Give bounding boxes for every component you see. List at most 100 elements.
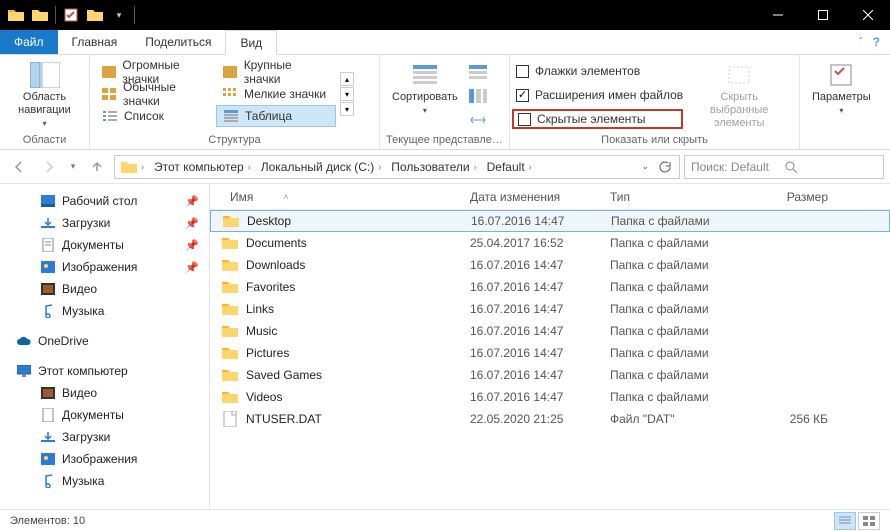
quick-properties-icon[interactable] — [59, 3, 83, 27]
status-view-details[interactable] — [834, 512, 856, 530]
view-large-icons[interactable]: Крупные значки — [216, 61, 336, 83]
quick-new-folder-icon[interactable] — [83, 3, 107, 27]
help-icon[interactable]: ? — [873, 35, 880, 49]
file-row[interactable]: Links16.07.2016 14:47Папка с файлами — [210, 298, 890, 320]
navigation-pane-button[interactable]: Область навигации ▾ — [6, 57, 83, 129]
menu-bar: Файл Главная Поделиться Вид ˆ ? — [0, 30, 890, 55]
refresh-icon[interactable] — [657, 160, 671, 174]
maximize-button[interactable] — [800, 0, 845, 30]
file-row[interactable]: Pictures16.07.2016 14:47Папка с файлами — [210, 342, 890, 364]
app-folder-icon — [4, 3, 28, 27]
file-row[interactable]: Favorites16.07.2016 14:47Папка с файлами — [210, 276, 890, 298]
view-medium-icons[interactable]: Обычные значки — [96, 83, 216, 105]
tab-view[interactable]: Вид — [225, 30, 277, 55]
file-type: Файл "DAT" — [610, 412, 750, 426]
navigation-tree: Рабочий стол📌 Загрузки📌 Документы📌 Изобр… — [0, 184, 210, 509]
sidebar-item-pc-videos[interactable]: Видео — [0, 382, 209, 404]
status-bar: Элементов: 10 — [0, 509, 890, 531]
tab-home[interactable]: Главная — [58, 30, 132, 54]
file-date: 16.07.2016 14:47 — [470, 324, 610, 338]
tab-share[interactable]: Поделиться — [131, 30, 225, 54]
separator — [134, 6, 135, 24]
medium-icons-icon — [102, 87, 117, 101]
options-label: Параметры — [812, 91, 871, 104]
view-scroll-down[interactable]: ▾ — [340, 87, 354, 101]
view-scroll-up[interactable]: ▴ — [340, 72, 354, 86]
status-view-thumbnails[interactable] — [858, 512, 880, 530]
sidebar-item-videos[interactable]: Видео — [0, 278, 209, 300]
file-name: Videos — [246, 390, 282, 404]
file-row[interactable]: Videos16.07.2016 14:47Папка с файлами — [210, 386, 890, 408]
sidebar-item-this-pc[interactable]: Этот компьютер — [0, 360, 209, 382]
file-type: Папка с файлами — [611, 214, 751, 228]
file-row[interactable]: Saved Games16.07.2016 14:47Папка с файла… — [210, 364, 890, 386]
nav-up-button[interactable] — [84, 154, 110, 180]
file-row[interactable]: Music16.07.2016 14:47Папка с файлами — [210, 320, 890, 342]
minimize-button[interactable] — [755, 0, 800, 30]
file-type: Папка с файлами — [610, 280, 750, 294]
breadcrumb-dropdown-icon[interactable]: ⌄ — [641, 161, 649, 172]
close-button[interactable] — [845, 0, 890, 30]
add-columns-button[interactable] — [464, 85, 492, 107]
sidebar-item-pc-pictures[interactable]: Изображения — [0, 448, 209, 470]
search-icon — [784, 160, 877, 174]
ribbon-collapse-icon[interactable]: ˆ — [859, 35, 863, 49]
options-button[interactable]: Параметры ▾ — [806, 57, 877, 116]
nav-forward-button[interactable] — [36, 154, 62, 180]
group-by-button[interactable] — [464, 61, 492, 83]
checkbox-item-flags[interactable]: Флажки элементов — [516, 61, 683, 81]
file-row[interactable]: Downloads16.07.2016 14:47Папка с файлами — [210, 254, 890, 276]
nav-back-button[interactable] — [6, 154, 32, 180]
breadcrumb-default[interactable]: Default› — [483, 156, 538, 178]
view-details[interactable]: Таблица — [216, 105, 336, 127]
breadcrumb-root-icon[interactable]: › — [117, 156, 150, 178]
small-icons-icon — [222, 87, 238, 101]
quick-access-pin-icon[interactable] — [28, 3, 52, 27]
view-scroll-more[interactable]: ▾ — [340, 102, 354, 116]
tab-file[interactable]: Файл — [0, 30, 58, 54]
column-date[interactable]: Дата изменения — [470, 190, 610, 204]
column-name[interactable]: Имя˄ — [210, 190, 470, 204]
sidebar-item-pc-music[interactable]: Музыка — [0, 470, 209, 492]
breadcrumb[interactable]: › Этот компьютер› Локальный диск (C:)› П… — [114, 155, 680, 179]
status-count: Элементов: 10 — [10, 515, 85, 527]
hide-selected-label: Скрыть выбранные элементы — [699, 91, 779, 131]
file-row[interactable]: NTUSER.DAT22.05.2020 21:25Файл "DAT"256 … — [210, 408, 890, 430]
view-small-icons[interactable]: Мелкие значки — [216, 83, 336, 105]
file-date: 16.07.2016 14:47 — [470, 390, 610, 404]
breadcrumb-drive[interactable]: Локальный диск (C:)› — [257, 156, 388, 178]
pin-icon: 📌 — [185, 239, 199, 252]
file-row[interactable]: Documents25.04.2017 16:52Папка с файлами — [210, 232, 890, 254]
file-name: Documents — [246, 236, 307, 250]
checkbox-extensions[interactable]: Расширения имен файлов — [516, 85, 683, 105]
sort-button[interactable]: Сортировать ▾ — [386, 57, 464, 116]
file-list[interactable]: Desktop16.07.2016 14:47Папка с файламиDo… — [210, 210, 890, 509]
sidebar-item-music[interactable]: Музыка — [0, 300, 209, 322]
column-size[interactable]: Размер — [750, 190, 840, 204]
sidebar-item-pc-documents[interactable]: Документы — [0, 404, 209, 426]
breadcrumb-users[interactable]: Пользователи› — [387, 156, 482, 178]
search-input[interactable]: Поиск: Default — [684, 155, 884, 179]
quick-dropdown-icon[interactable]: ▾ — [107, 3, 131, 27]
search-placeholder: Поиск: Default — [691, 160, 784, 174]
sidebar-item-documents[interactable]: Документы📌 — [0, 234, 209, 256]
file-name: Music — [246, 324, 277, 338]
breadcrumb-this-pc[interactable]: Этот компьютер› — [150, 156, 257, 178]
sidebar-item-onedrive[interactable]: OneDrive — [0, 330, 209, 352]
sidebar-item-downloads[interactable]: Загрузки📌 — [0, 212, 209, 234]
nav-recent-dropdown[interactable]: ▾ — [66, 154, 80, 180]
file-row[interactable]: Desktop16.07.2016 14:47Папка с файлами — [210, 210, 890, 232]
sidebar-item-pictures[interactable]: Изображения📌 — [0, 256, 209, 278]
sidebar-item-desktop[interactable]: Рабочий стол📌 — [0, 190, 209, 212]
pictures-icon — [40, 259, 56, 275]
file-date: 16.07.2016 14:47 — [470, 302, 610, 316]
size-columns-button[interactable] — [464, 109, 492, 131]
documents-icon — [40, 407, 56, 423]
folder-icon — [223, 213, 239, 229]
sidebar-item-pc-downloads[interactable]: Загрузки — [0, 426, 209, 448]
view-list[interactable]: Список — [96, 105, 216, 127]
checkbox-hidden-items[interactable]: Скрытые элементы — [512, 109, 683, 129]
file-type: Папка с файлами — [610, 258, 750, 272]
column-type[interactable]: Тип — [610, 190, 750, 204]
hide-selected-button: Скрыть выбранные элементы — [693, 57, 785, 131]
